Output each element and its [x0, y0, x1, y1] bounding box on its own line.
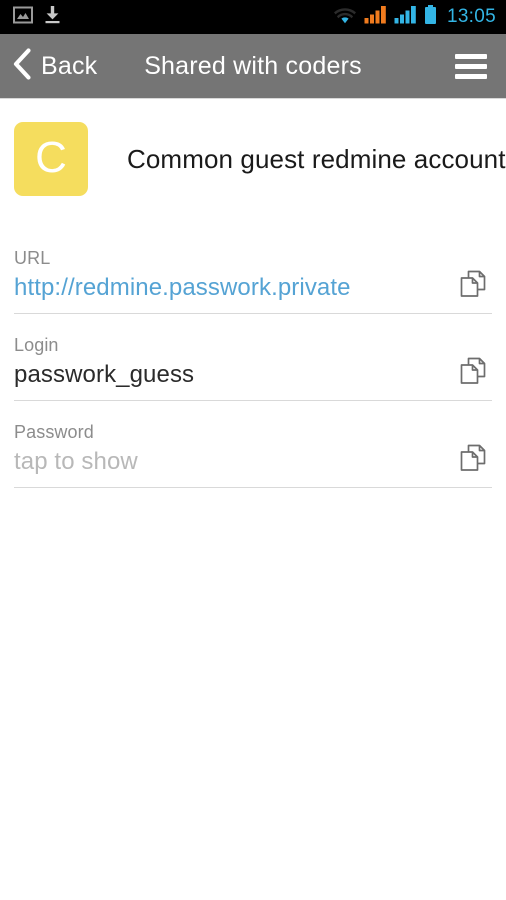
hamburger-bar	[455, 73, 487, 79]
field-value-password[interactable]: tap to show	[14, 446, 492, 478]
field-value-login[interactable]: passwork_guess	[14, 359, 492, 391]
status-bar-left-icons	[0, 5, 61, 29]
copy-icon[interactable]	[452, 438, 494, 478]
account-header: C Common guest redmine account	[0, 99, 506, 219]
signal-bars-blue-icon	[394, 5, 417, 29]
field-value-url[interactable]: http://redmine.passwork.private	[14, 272, 492, 304]
status-bar-clock: 13:05	[446, 6, 496, 27]
account-name: Common guest redmine account	[127, 143, 506, 174]
chevron-left-icon	[12, 47, 32, 85]
hamburger-bar	[455, 63, 487, 69]
back-button[interactable]: Back	[0, 34, 97, 98]
battery-icon	[424, 4, 437, 30]
copy-icon[interactable]	[452, 351, 494, 391]
signal-bars-orange-icon	[364, 5, 387, 29]
field-password: Password tap to show	[14, 414, 492, 488]
hamburger-menu-icon[interactable]	[450, 34, 506, 98]
avatar-letter: C	[35, 133, 67, 182]
back-button-label: Back	[41, 51, 98, 80]
status-bar: 13:05	[0, 0, 506, 34]
gallery-image-icon	[13, 6, 33, 29]
field-label: URL	[14, 248, 51, 268]
field-label: Password	[14, 422, 94, 442]
app-screen: 13:05 Back Shared with coders C Common g…	[0, 0, 506, 900]
field-list: URL http://redmine.passwork.private Logi…	[0, 240, 506, 488]
field-login: Login passwork_guess	[14, 327, 492, 401]
download-icon	[44, 5, 61, 29]
app-header: Back Shared with coders	[0, 34, 506, 99]
wifi-icon	[333, 6, 357, 29]
field-label: Login	[14, 335, 59, 355]
avatar: C	[14, 122, 88, 196]
copy-icon[interactable]	[452, 264, 494, 304]
field-url: URL http://redmine.passwork.private	[14, 240, 492, 314]
status-bar-right-icons: 13:05	[333, 4, 506, 30]
hamburger-bar	[455, 53, 487, 59]
